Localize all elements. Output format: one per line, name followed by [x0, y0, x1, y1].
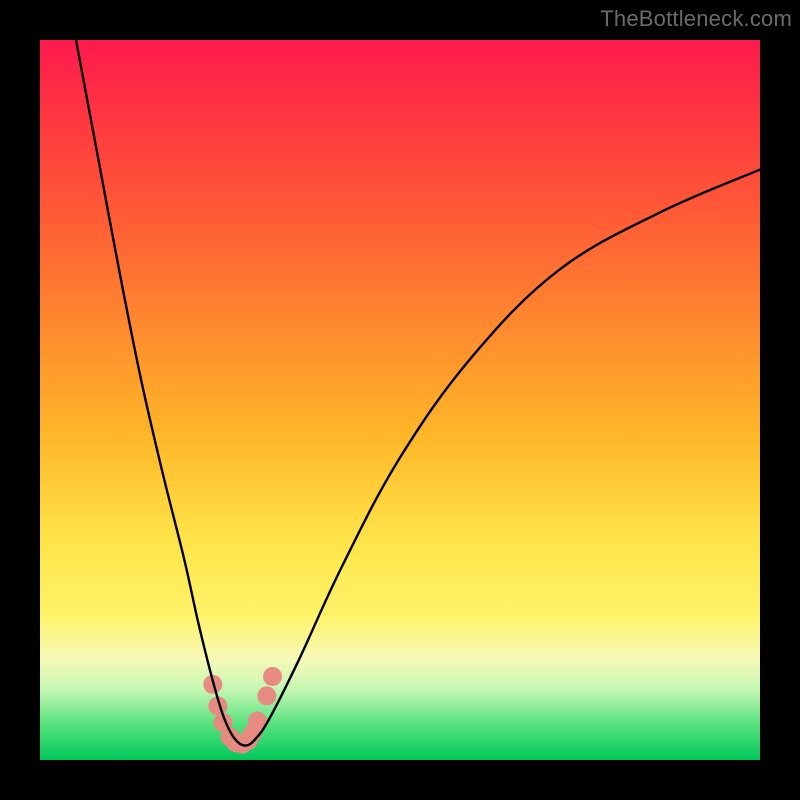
marker-dot — [203, 675, 222, 694]
marker-dot — [248, 712, 267, 731]
marker-dot — [226, 733, 245, 752]
marker-dot — [263, 667, 282, 686]
marker-dot — [239, 731, 258, 750]
watermark-label: TheBottleneck.com — [600, 6, 792, 32]
marker-dot — [233, 735, 252, 754]
chart-svg — [40, 40, 760, 760]
markers-group — [203, 667, 282, 754]
marker-dot — [243, 724, 262, 743]
chart-frame: TheBottleneck.com — [0, 0, 800, 800]
marker-dot — [257, 686, 276, 705]
marker-dot — [208, 697, 227, 716]
bottleneck-curve — [76, 40, 760, 746]
marker-dot — [213, 713, 232, 732]
marker-dot — [221, 727, 240, 746]
plot-area — [40, 40, 760, 760]
